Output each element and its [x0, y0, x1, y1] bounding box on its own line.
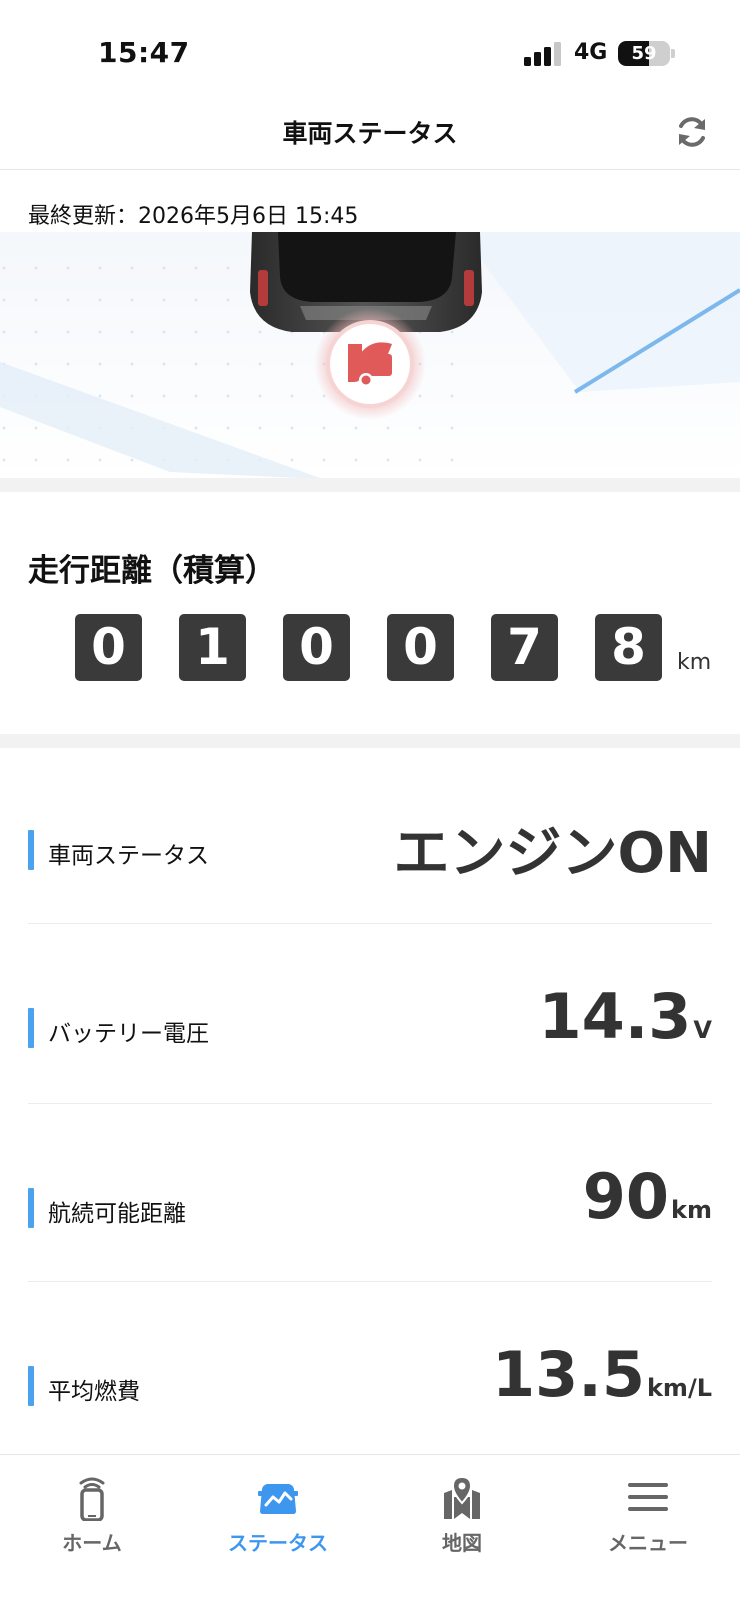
odometer-digits: 0 1 0 0 7 8 — [75, 614, 695, 682]
menu-icon — [628, 1483, 668, 1511]
battery-voltage-unit: V — [693, 1016, 712, 1044]
tab-label: 地図 — [442, 1531, 482, 1555]
odometer-digit: 8 — [595, 614, 662, 681]
tab-home[interactable]: ホーム — [22, 1473, 162, 1556]
tab-map[interactable]: 地図 — [392, 1473, 532, 1556]
row-divider — [28, 1103, 712, 1104]
odometer-digit: 1 — [179, 614, 246, 681]
battery-icon: 59 — [618, 41, 670, 66]
last-updated-text: 最終更新：2026年5月6日 15:45 — [28, 204, 359, 229]
vehicle-illustration — [0, 232, 740, 478]
row-label: 平均燃費 — [48, 1379, 140, 1405]
battery-nub — [671, 49, 675, 58]
row-label: バッテリー電圧 — [48, 1021, 209, 1047]
avg-fuel-unit: km/L — [646, 1374, 712, 1402]
avg-fuel-row: 平均燃費 13.5km/L — [28, 1338, 712, 1428]
odometer-digit: 7 — [491, 614, 558, 681]
map-pin-icon — [444, 1475, 480, 1519]
row-divider — [28, 923, 712, 924]
battery-voltage-row: バッテリー電圧 14.3V — [28, 980, 712, 1070]
row-value: 13.5km/L — [492, 1338, 712, 1411]
car-status-icon — [258, 1484, 298, 1514]
status-time: 15:47 — [98, 36, 190, 69]
vehicle-status-value: エンジンON — [393, 821, 712, 886]
tab-menu[interactable]: メニュー — [578, 1473, 718, 1556]
row-accent-bar — [28, 830, 34, 870]
odometer-digit: 0 — [387, 614, 454, 681]
row-label: 車両ステータス — [48, 843, 209, 869]
smartphone-icon — [79, 1477, 105, 1521]
odometer-unit: km — [677, 650, 712, 675]
row-divider — [28, 1281, 712, 1282]
row-accent-bar — [28, 1008, 34, 1048]
status-bar: 15:47 4G 59 — [0, 0, 740, 100]
row-accent-bar — [28, 1366, 34, 1406]
row-label: 航続可能距離 — [48, 1201, 186, 1227]
tab-label: ステータス — [228, 1531, 328, 1555]
row-accent-bar — [28, 1188, 34, 1228]
tab-label: メニュー — [608, 1531, 688, 1555]
app-header: 車両ステータス — [0, 100, 740, 170]
row-value: 90km — [583, 1160, 712, 1233]
battery-voltage-value: 14.3 — [538, 980, 692, 1053]
tab-bar: ホーム ステータス 地図 メニュー — [0, 1454, 740, 1608]
row-value: 14.3V — [538, 980, 712, 1053]
cruising-range-value: 90 — [582, 1160, 670, 1233]
refresh-icon[interactable] — [672, 112, 712, 152]
cruising-range-row: 航続可能距離 90km — [28, 1160, 712, 1250]
tab-label: ホーム — [62, 1531, 122, 1555]
avg-fuel-value: 13.5 — [491, 1338, 645, 1411]
section-divider — [0, 478, 740, 492]
battery-percent: 59 — [631, 43, 657, 64]
vehicle-hero — [0, 232, 740, 478]
section-divider — [0, 734, 740, 748]
vehicle-status-row: 車両ステータス エンジンON — [28, 800, 712, 890]
cellular-signal-icon — [524, 42, 562, 66]
page-title: 車両ステータス — [282, 119, 458, 148]
row-value: エンジンON — [394, 808, 712, 889]
odometer-digit: 0 — [75, 614, 142, 681]
tab-status[interactable]: ステータス — [208, 1473, 348, 1556]
odometer-title: 走行距離（積算） — [28, 553, 276, 589]
cruising-range-unit: km — [671, 1196, 712, 1224]
odometer-digit: 0 — [283, 614, 350, 681]
network-type: 4G — [574, 40, 608, 65]
